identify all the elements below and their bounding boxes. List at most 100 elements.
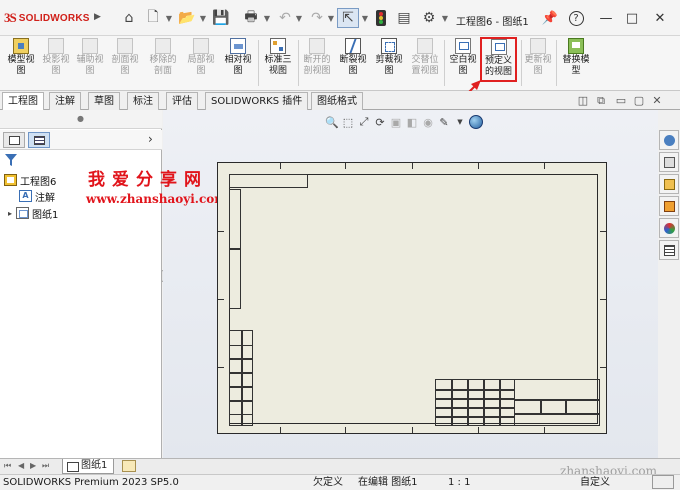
appearances-icon[interactable] (659, 218, 679, 238)
expand-icon[interactable]: ▸ (6, 209, 14, 218)
select-dropdown-icon[interactable]: ▼ (360, 8, 370, 28)
alternate-position-view-button[interactable]: 交替位 置视图 (407, 38, 443, 88)
view-palette-icon[interactable] (659, 196, 679, 216)
tab-evaluate[interactable]: 评估 (166, 92, 198, 110)
new-file-icon[interactable]: 🗋 (142, 8, 164, 28)
status-tooltip-icon[interactable] (652, 475, 674, 489)
new-dropdown-icon[interactable]: ▼ (164, 8, 174, 28)
removed-section-button[interactable]: 移除的 剖面 (146, 38, 180, 88)
section-icon[interactable]: ▣ (389, 115, 403, 129)
file-properties-icon[interactable]: ▤ (393, 8, 415, 28)
custom-properties-icon[interactable] (659, 240, 679, 260)
tab-sketch[interactable]: 草图 (88, 92, 120, 110)
zone-tick (544, 427, 545, 433)
crop-view-button[interactable]: 剪裁视 图 (371, 38, 407, 88)
status-scale[interactable]: 1 : 1 (448, 475, 470, 490)
previous-view-icon[interactable]: ⤢ (357, 115, 371, 129)
redo-icon[interactable]: ↷ (306, 8, 328, 28)
drawing-sheet[interactable] (217, 162, 607, 434)
minimize-button[interactable]: — (596, 8, 616, 28)
tab-annotation[interactable]: 注解 (49, 92, 81, 110)
open-dropdown-icon[interactable]: ▼ (198, 8, 208, 28)
relative-view-button[interactable]: 相对视 图 (221, 38, 255, 88)
zone-tick (412, 427, 413, 433)
standard-3-view-button[interactable]: 标准三 视图 (259, 38, 297, 88)
edit-appearance-icon[interactable]: ✎ (437, 115, 451, 129)
help-icon[interactable]: ? (566, 8, 586, 28)
pin-icon[interactable]: 📌 (540, 8, 560, 28)
replace-model-label: 替换模 型 (562, 55, 590, 76)
removed-section-icon (155, 38, 171, 54)
save-icon[interactable]: 💾 (210, 8, 232, 28)
model-view-button[interactable]: 模型视 图 (2, 38, 40, 88)
break-view-button[interactable]: 断裂视 图 (335, 38, 371, 88)
feature-manager-tab[interactable] (3, 132, 25, 148)
hide-show-icon[interactable]: ◉ (421, 115, 435, 129)
auxiliary-view-button[interactable]: 辅助视 图 (74, 38, 106, 88)
print-dropdown-icon[interactable]: ▼ (262, 8, 272, 28)
last-sheet-icon[interactable]: ⏭ (42, 461, 49, 471)
predefined-view-button[interactable]: 预定义 的视图 (480, 37, 517, 82)
first-sheet-icon[interactable]: ⏮ (4, 461, 11, 471)
zone-tick (280, 427, 281, 433)
zone-tick (600, 299, 606, 300)
break-view-label: 断裂视 图 (339, 55, 367, 76)
zone-tick (600, 367, 606, 368)
panel-collapse-bar[interactable]: ● (0, 110, 162, 129)
display-style-icon[interactable]: ◧ (405, 115, 419, 129)
status-units[interactable]: 自定义 (580, 475, 610, 490)
broken-out-section-button[interactable]: 断开的 剖视图 (299, 38, 335, 88)
redo-dropdown-icon[interactable]: ▼ (326, 8, 336, 28)
panel-next-arrow-icon[interactable]: › (148, 132, 153, 146)
home-icon[interactable]: ⌂ (118, 8, 140, 28)
prev-sheet-icon[interactable]: ◀ (18, 461, 24, 470)
zoom-to-area-icon[interactable]: ⬚ (341, 115, 355, 129)
tab-sheet-format[interactable]: 图纸格式 (311, 92, 363, 110)
zoom-to-fit-icon[interactable]: 🔍 (325, 115, 339, 129)
detail-view-button[interactable]: 局部视 图 (184, 38, 218, 88)
add-sheet-icon[interactable] (122, 460, 136, 472)
menu-expand-icon[interactable]: ▶ (94, 12, 101, 22)
options-gear-icon[interactable]: ⚙ (418, 8, 440, 28)
tree-root[interactable]: 工程图6 (4, 172, 56, 188)
appearance-dropdown-icon[interactable]: ▼ (453, 115, 467, 129)
section-view-button[interactable]: 剖面视 图 (109, 38, 141, 88)
break-view-icon (345, 38, 361, 54)
projected-view-button[interactable]: 投影视 图 (40, 38, 72, 88)
doc-minimize-icon[interactable]: ▭ (614, 94, 628, 107)
tab-addins[interactable]: SOLIDWORKS 插件 (205, 92, 309, 110)
tree-item-annotations[interactable]: A 注解 (19, 188, 55, 204)
tab-drawing[interactable]: 工程图 (2, 92, 44, 111)
next-sheet-icon[interactable]: ▶ (30, 461, 36, 470)
ribbon-separator (444, 40, 445, 86)
maximize-button[interactable]: □ (622, 8, 642, 28)
open-file-icon[interactable]: 📂 (176, 8, 198, 28)
filter-icon[interactable] (5, 154, 17, 166)
tile-icon[interactable]: ◫ (576, 94, 590, 107)
scene-icon[interactable] (469, 115, 483, 129)
tab-dimension[interactable]: 标注 (127, 92, 159, 110)
undo-dropdown-icon[interactable]: ▼ (294, 8, 304, 28)
undo-icon[interactable]: ↶ (274, 8, 296, 28)
restore-icon[interactable]: ⧉ (594, 94, 608, 108)
design-library-icon[interactable] (659, 152, 679, 172)
rotate-view-icon[interactable]: ⟳ (373, 115, 387, 129)
tree-item-sheet1[interactable]: ▸ 图纸1 (6, 205, 58, 221)
doc-maximize-icon[interactable]: ▢ (632, 94, 646, 107)
doc-close-icon[interactable]: ✕ (650, 94, 664, 107)
solidworks-resources-icon[interactable] (659, 130, 679, 150)
print-icon[interactable]: 🖶 (240, 8, 262, 28)
title-block-rule (435, 398, 515, 400)
traffic-light-icon[interactable] (370, 8, 392, 28)
title-block-rule (435, 407, 515, 409)
select-icon[interactable]: ⇱ (337, 8, 359, 28)
update-view-button[interactable]: 更新视 图 (522, 38, 554, 88)
file-explorer-icon[interactable] (659, 174, 679, 194)
solidworks-logo[interactable]: 3S SOLIDWORKS (4, 10, 90, 26)
options-dropdown-icon[interactable]: ▼ (440, 8, 450, 28)
zone-tick (345, 427, 346, 433)
sheet-tab-sheet1[interactable]: 图纸1 (62, 459, 115, 474)
replace-model-button[interactable]: 替换模 型 (558, 38, 594, 88)
close-button[interactable]: ✕ (650, 8, 670, 28)
property-manager-tab[interactable] (28, 132, 50, 148)
